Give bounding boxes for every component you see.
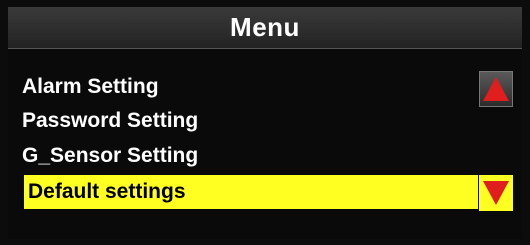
scroll-up-button[interactable] [479,71,513,107]
menu-item-alarm-setting[interactable]: Alarm Setting [22,70,159,104]
triangle-up-icon [483,77,509,101]
scroll-down-button[interactable] [479,175,513,211]
menu-item-password-setting[interactable]: Password Setting [22,104,198,138]
page-title: Menu [230,12,300,42]
menu-item-default-settings[interactable]: Default settings [24,175,478,209]
menu-list: Alarm Setting Password Setting G_Sensor … [8,49,522,239]
menu-screen: Menu Alarm Setting Password Setting G_Se… [0,0,530,245]
menu-item-g-sensor-setting[interactable]: G_Sensor Setting [22,139,198,173]
triangle-down-icon [483,181,509,205]
title-bar: Menu [8,7,522,49]
